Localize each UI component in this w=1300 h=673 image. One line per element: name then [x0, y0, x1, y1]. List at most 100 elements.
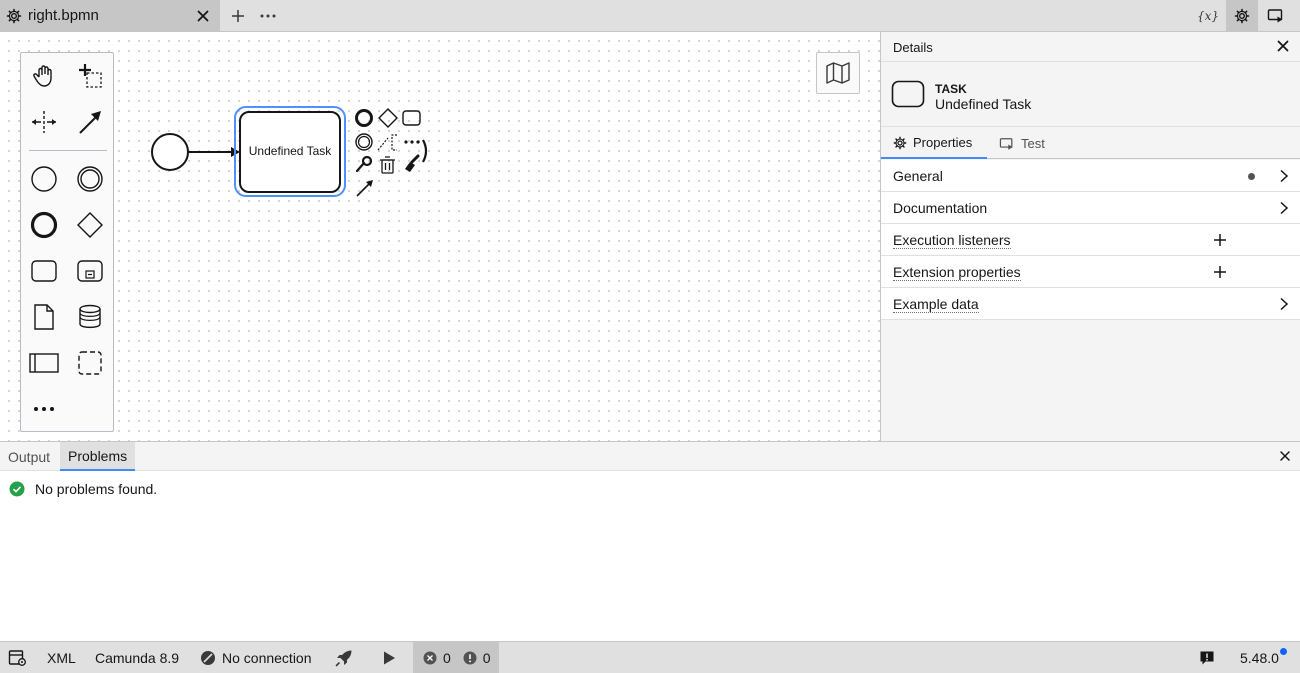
- group-documentation-label: Documentation: [893, 200, 988, 216]
- variables-button[interactable]: {x}: [1192, 0, 1224, 32]
- color-picker-partial-icon: [422, 139, 428, 163]
- global-connect-tool[interactable]: [74, 106, 106, 138]
- log-tabs: Output Problems: [0, 442, 1300, 471]
- text-annotation-icon[interactable]: [377, 134, 397, 151]
- tab-properties-label: Properties: [913, 135, 973, 150]
- pool-icon: [29, 353, 59, 373]
- create-intermediate-event[interactable]: [74, 163, 106, 195]
- error-icon: [423, 651, 437, 665]
- lasso-tool[interactable]: [74, 60, 106, 92]
- create-data-object[interactable]: [28, 301, 60, 333]
- close-icon[interactable]: [1280, 451, 1290, 461]
- group-icon: [78, 351, 102, 375]
- details-header: Details: [881, 32, 1300, 62]
- gear-icon: [6, 8, 22, 24]
- panel-tabs: Properties Test: [881, 128, 1300, 159]
- subprocess-icon: [77, 260, 103, 282]
- append-gateway-icon[interactable]: [378, 108, 398, 128]
- append-task-icon[interactable]: [402, 110, 421, 126]
- create-end-event[interactable]: [28, 209, 60, 241]
- warning-icon: [463, 651, 477, 665]
- tab-output-label: Output: [8, 448, 51, 465]
- more-options-icon[interactable]: [404, 140, 420, 144]
- space-tool[interactable]: [28, 106, 60, 138]
- start-event[interactable]: [151, 133, 189, 171]
- error-count: 0: [443, 650, 451, 666]
- minimap-toggle-button[interactable]: [816, 52, 860, 94]
- connection-status-button[interactable]: No connection: [200, 642, 312, 673]
- tab-problems-label: Problems: [68, 447, 128, 464]
- data-store-icon: [79, 304, 101, 329]
- create-data-store[interactable]: [74, 301, 106, 333]
- plus-icon[interactable]: [1213, 265, 1227, 279]
- problems-message-row: No problems found.: [9, 481, 157, 497]
- create-group[interactable]: [74, 347, 106, 379]
- create-task[interactable]: [28, 255, 60, 287]
- intermediate-event-icon: [77, 166, 103, 192]
- group-example-data[interactable]: Example data: [881, 288, 1300, 320]
- engine-version-label: Camunda 8.9: [95, 650, 180, 666]
- create-start-event[interactable]: [28, 163, 60, 195]
- close-icon[interactable]: [196, 9, 210, 23]
- details-title: Details: [893, 40, 933, 55]
- create-subprocess[interactable]: [74, 255, 106, 287]
- panel-settings-icon: [8, 649, 28, 667]
- properties-panel-button[interactable]: [1226, 0, 1258, 32]
- deploy-button[interactable]: [334, 642, 354, 673]
- gateway-icon: [77, 212, 103, 238]
- append-end-event-icon[interactable]: [355, 109, 373, 127]
- context-pad: [355, 108, 428, 197]
- element-name: Undefined Task: [935, 96, 1032, 112]
- tab-properties[interactable]: Properties: [881, 128, 987, 159]
- group-execution-listeners[interactable]: Execution listeners: [881, 224, 1300, 256]
- chevron-right-icon: [1279, 297, 1289, 311]
- map-icon: [826, 62, 850, 84]
- tab-right-bpmn[interactable]: right.bpmn: [0, 0, 220, 32]
- group-general-label: General: [893, 168, 943, 184]
- screen-play-icon: [999, 137, 1015, 151]
- chevron-right-icon: [1279, 201, 1289, 215]
- group-general[interactable]: General: [881, 160, 1300, 192]
- data-indicator-dot: [1248, 173, 1255, 180]
- tab-test[interactable]: Test: [999, 128, 1045, 159]
- group-documentation[interactable]: Documentation: [881, 192, 1300, 224]
- tab-problems[interactable]: Problems: [60, 442, 136, 471]
- log-panel: Output Problems No problems found.: [0, 441, 1300, 641]
- app-version-button[interactable]: 5.48.0: [1240, 642, 1287, 673]
- more-icon[interactable]: [259, 8, 277, 24]
- paint-brush-icon[interactable]: [405, 154, 420, 172]
- close-icon[interactable]: [1277, 40, 1289, 52]
- palette-separator: [29, 150, 107, 151]
- task-label: Undefined Task: [248, 144, 332, 158]
- engine-version-button[interactable]: Camunda 8.9: [95, 642, 179, 673]
- checkmark-circle-icon: [9, 481, 25, 497]
- xml-button[interactable]: XML: [47, 642, 76, 673]
- group-extension-properties-label: Extension properties: [893, 264, 1021, 281]
- feedback-button[interactable]: [1199, 642, 1215, 673]
- problems-count-button[interactable]: 0 0: [413, 642, 499, 673]
- variables-icon: {x}: [1196, 9, 1220, 23]
- start-event-icon: [31, 166, 57, 192]
- plus-icon[interactable]: [230, 8, 246, 24]
- no-connection-icon: [200, 650, 216, 666]
- trash-icon[interactable]: [380, 156, 395, 174]
- rocket-icon: [334, 648, 354, 668]
- tab-output[interactable]: Output: [0, 442, 58, 471]
- bpmn-canvas[interactable]: Undefined Task: [0, 32, 880, 441]
- toggle-panel-button[interactable]: [8, 642, 28, 673]
- create-gateway[interactable]: [74, 209, 106, 241]
- start-instance-button[interactable]: [381, 642, 397, 673]
- test-panel-button[interactable]: [1260, 0, 1292, 32]
- wrench-icon[interactable]: [355, 155, 373, 173]
- connect-arrow-icon[interactable]: [356, 180, 373, 197]
- properties-panel: Details TASK Undefined Task Properties T…: [880, 32, 1300, 441]
- data-object-icon: [34, 304, 54, 330]
- hand-tool[interactable]: [28, 60, 60, 92]
- palette-more-button[interactable]: [28, 393, 60, 425]
- gear-icon: [893, 136, 907, 150]
- create-pool[interactable]: [28, 347, 60, 379]
- problems-message: No problems found.: [35, 481, 158, 497]
- group-extension-properties[interactable]: Extension properties: [881, 256, 1300, 288]
- tab-test-label: Test: [1021, 136, 1045, 151]
- plus-icon[interactable]: [1213, 233, 1227, 247]
